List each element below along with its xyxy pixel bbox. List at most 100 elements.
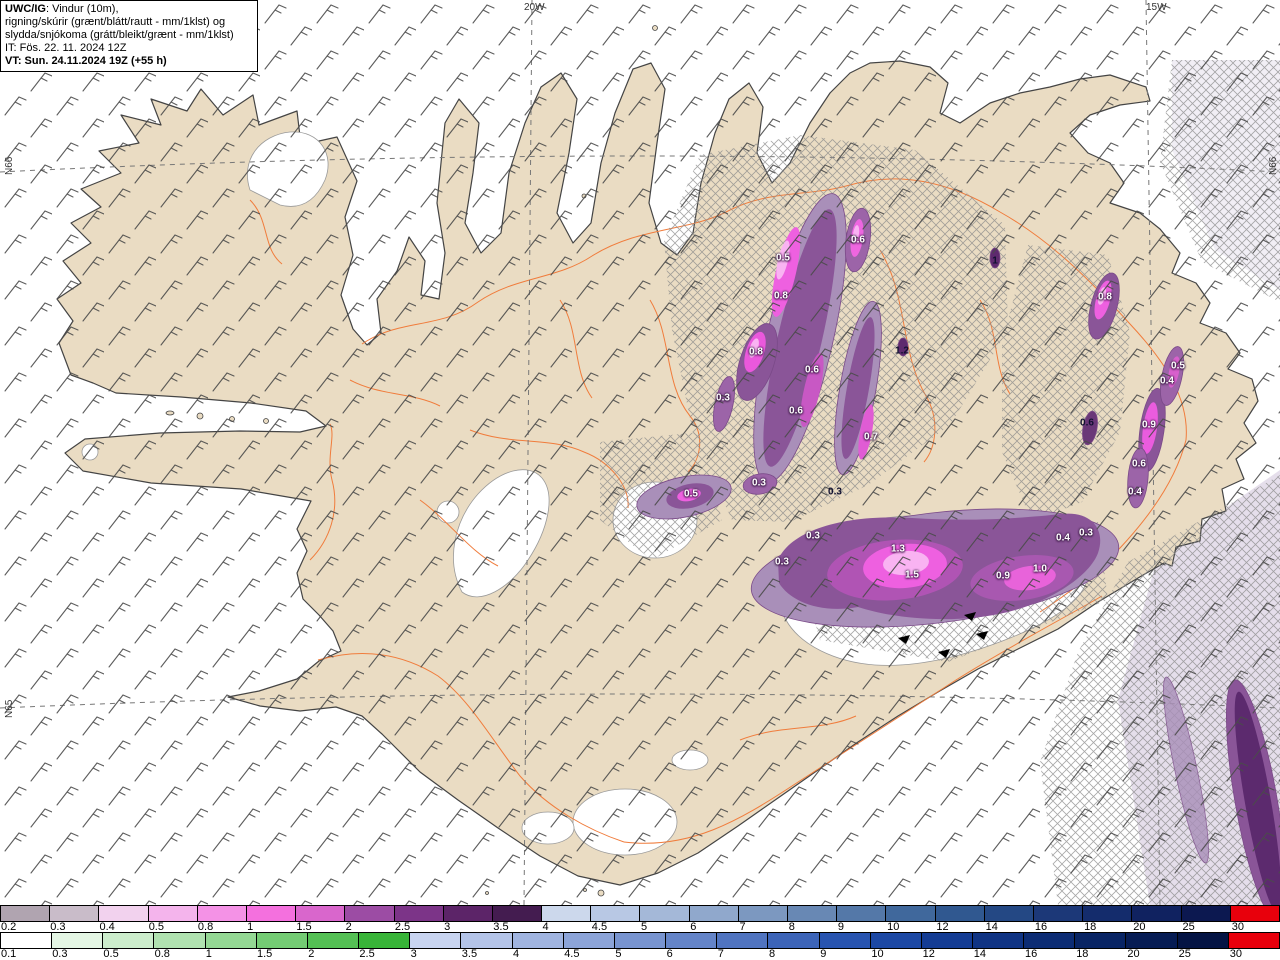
colorbar-tick-label: 16 <box>1025 948 1038 960</box>
colorbar-segment <box>1132 906 1182 921</box>
colorbar-tick-label: 1.5 <box>257 948 273 960</box>
colorbar-segment <box>148 906 198 921</box>
colorbar-segment <box>345 906 395 921</box>
colorbar-tick-label: 9 <box>837 921 845 933</box>
rain-colorbar <box>0 932 1280 949</box>
colorbar-tick-label: 1 <box>247 921 254 933</box>
colorbar-tick-label: 12 <box>922 948 935 960</box>
colorbar-segment <box>717 933 769 948</box>
colorbar-segment <box>640 906 690 921</box>
model-name: UWC/IG <box>5 3 46 15</box>
colorbar-tick-label: 3 <box>444 921 451 933</box>
colorbar-segment <box>307 933 360 948</box>
colorbar-segment <box>1 933 53 948</box>
colorbar-tick-label: 0.5 <box>103 948 119 960</box>
colorbar-tick-label: 1 <box>205 948 212 960</box>
colorbar-tick-label: 20 <box>1133 921 1146 933</box>
colorbar-tick-label: 10 <box>887 921 900 933</box>
colorbar-segment <box>1228 933 1279 948</box>
colorbar-tick-label: 14 <box>985 921 998 933</box>
forecast-info-box: UWC/IG: Vindur (10m), rigning/skúrir (gr… <box>0 0 258 72</box>
colorbar-segment <box>205 933 257 948</box>
colorbar-segment <box>1126 933 1178 948</box>
colorbar-tick-label: 3.5 <box>461 948 478 960</box>
colorbar-segment <box>394 906 444 921</box>
rain-colorbar-labels: 0.1 0.3 0.5 0.8 1 1.5 2 2.5 3 3.5 4 4.5 5 6 7 8 9 10 12 14 1… <box>0 948 1280 960</box>
colorbar-tick-label: 30 <box>1229 948 1243 960</box>
colorbar-segment <box>99 906 149 921</box>
colorbar-tick-label: 4 <box>513 948 520 960</box>
colorbar-tick-label: 20 <box>1127 948 1140 960</box>
colorbar-tick-label: 8 <box>788 921 795 933</box>
colorbar-tick-label: 30 <box>1231 921 1245 933</box>
weather-chart-page: 0.5 0.8 0.6 0.8 0.6 0.3 0.6 1.2 1 0.7 0.3 0.5 0.3 0.3… <box>0 0 1280 960</box>
colorbar-tick-label: 25 <box>1178 948 1191 960</box>
colorbar-tick-label: 25 <box>1182 921 1195 933</box>
colorbar-segment <box>461 933 513 948</box>
colorbar-segment <box>563 933 615 948</box>
colorbar-tick-label: 0.3 <box>50 921 66 933</box>
colorbar-segment <box>1181 906 1231 921</box>
colorbar-segment <box>512 933 564 948</box>
colorbar-segment <box>819 933 871 948</box>
colorbar-segment <box>296 906 346 921</box>
colorbar-segment <box>870 933 922 948</box>
colorbar-tick-label: 4.5 <box>564 948 580 960</box>
colorbar-tick-label: 1.5 <box>296 921 312 933</box>
weather-map <box>0 0 1280 905</box>
info-line-3: slydda/snjókoma (grátt/bleikt/grænt - mm… <box>5 29 234 41</box>
colorbar-tick-label: 18 <box>1084 921 1097 933</box>
colorbar-tick-label: 7 <box>717 948 724 960</box>
colorbar-segment <box>1075 933 1127 948</box>
colorbar-tick-label: 0.1 <box>1 948 17 960</box>
colorbar-segment <box>1177 933 1229 948</box>
colorbar-segment <box>256 933 308 948</box>
colorbar-tick-label: 0.5 <box>148 921 164 933</box>
colorbar-segment <box>1230 906 1279 921</box>
snow-sleet-colorbar <box>0 905 1280 922</box>
colorbar-tick-label: 18 <box>1076 948 1089 960</box>
colorbar-tick-label: 3.5 <box>493 921 509 933</box>
colorbar-segment <box>788 906 838 921</box>
colorbar-segment <box>1033 906 1084 921</box>
colorbar-tick-label: 14 <box>973 948 987 960</box>
colorbar-tick-label: 2.5 <box>359 948 375 960</box>
colorbar-segment <box>984 906 1034 921</box>
colorbar-tick-label: 2 <box>345 921 352 933</box>
colorbar-tick-label: 9 <box>820 948 827 960</box>
colorbar-segment <box>410 933 462 948</box>
colorbar-tick-label: 6 <box>690 921 697 933</box>
info-line-init-time: IT: Fös. 22. 11. 2024 12Z <box>5 42 127 54</box>
colorbar-segment <box>443 906 493 921</box>
colorbar-segment <box>886 906 936 921</box>
colorbar-tick-label: 16 <box>1034 921 1048 933</box>
colorbar-tick-label: 8 <box>769 948 776 960</box>
colorbar-tick-label: 2 <box>308 948 315 960</box>
colorbar-segment <box>689 906 739 921</box>
colorbar-tick-label: 4 <box>542 921 549 933</box>
colorbar-segment <box>935 906 985 921</box>
colorbar-tick-label: 5 <box>615 948 622 960</box>
colorbar-tick-label: 0.3 <box>52 948 68 960</box>
info-line-2: rigning/skúrir (grænt/blátt/rautt - mm/1… <box>5 16 226 28</box>
colorbar-segment <box>972 933 1025 948</box>
colorbar-segment <box>1083 906 1133 921</box>
colorbar-segment <box>542 906 592 921</box>
colorbar-tick-label: 12 <box>936 921 949 933</box>
colorbar-tick-label: 0.4 <box>99 921 115 933</box>
colorbar-tick-label: 0.2 <box>1 921 17 933</box>
colorbar-tick-label: 2.5 <box>394 921 411 933</box>
colorbar-segment <box>666 933 718 948</box>
colorbar-legend: 0.2 0.3 0.4 0.5 0.8 1 1.5 2 2.5 3 3.5 4 4.5 5 6 7 8 9 10 12… <box>0 905 1280 960</box>
snow-sleet-colorbar-labels: 0.2 0.3 0.4 0.5 0.8 1 1.5 2 2.5 3 3.5 4 4.5 5 6 7 8 9 10 12… <box>0 921 1280 933</box>
colorbar-segment <box>1 906 51 921</box>
colorbar-tick-label: 7 <box>739 921 746 933</box>
colorbar-segment <box>591 906 641 921</box>
colorbar-tick-label: 6 <box>666 948 673 960</box>
wind-barb-field <box>0 0 1280 905</box>
colorbar-segment <box>246 906 297 921</box>
colorbar-segment <box>768 933 820 948</box>
colorbar-tick-label: 3 <box>410 948 417 960</box>
colorbar-segment <box>1024 933 1076 948</box>
colorbar-segment <box>359 933 411 948</box>
